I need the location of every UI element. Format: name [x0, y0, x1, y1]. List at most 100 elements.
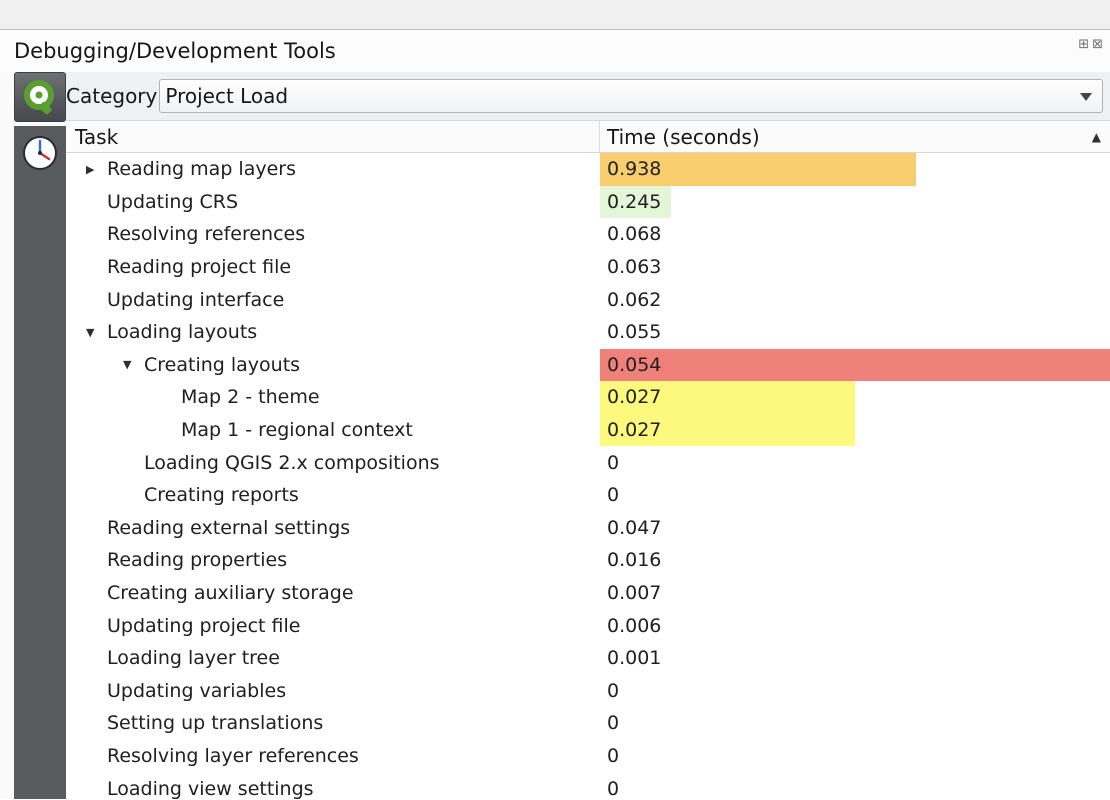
- time-value: 0: [600, 452, 619, 474]
- task-cell: Reading properties: [66, 544, 600, 577]
- expand-expanded-icon[interactable]: ▼: [83, 326, 107, 339]
- table-row[interactable]: Creating auxiliary storage0.007: [66, 577, 1110, 610]
- task-label: Map 2 - theme: [181, 386, 320, 408]
- indent-spacer: [66, 658, 83, 659]
- table-row[interactable]: ▶Reading map layers0.938: [66, 153, 1110, 186]
- task-label: Reading properties: [107, 549, 287, 571]
- time-value: 0: [600, 680, 619, 702]
- table-row[interactable]: Resolving references0.068: [66, 218, 1110, 251]
- task-cell: Setting up translations: [66, 707, 600, 740]
- chevron-down-icon: [1080, 93, 1092, 107]
- table-row[interactable]: Setting up translations 0: [66, 707, 1110, 740]
- table-row[interactable]: Updating interface0.062: [66, 283, 1110, 316]
- expand-collapsed-icon[interactable]: ▶: [83, 163, 107, 176]
- float-panel-icon[interactable]: ⊞: [1078, 38, 1089, 51]
- table-row[interactable]: Reading external settings0.047: [66, 512, 1110, 545]
- time-cell: 0.027: [600, 381, 1110, 414]
- time-value: 0.006: [600, 615, 661, 637]
- column-header-task[interactable]: Task: [66, 121, 600, 152]
- time-cell: 0: [600, 707, 1110, 740]
- task-cell: Updating interface: [66, 283, 600, 316]
- task-label: Updating variables: [107, 680, 286, 702]
- panel-title: Debugging/Development Tools: [14, 39, 336, 63]
- task-cell: Resolving layer references: [66, 740, 600, 773]
- time-cell: 0.006: [600, 609, 1110, 642]
- time-value: 0: [600, 712, 619, 734]
- profiler-clock-icon[interactable]: [20, 133, 60, 173]
- expand-expanded-icon[interactable]: ▼: [120, 358, 144, 371]
- category-select[interactable]: Project Load: [159, 79, 1103, 113]
- indent-spacer: [66, 201, 83, 202]
- time-bar: [600, 349, 1110, 382]
- indent-spacer: [66, 593, 83, 594]
- table-row[interactable]: Map 1 - regional context0.027: [66, 414, 1110, 447]
- task-cell: Reading external settings: [66, 512, 600, 545]
- task-cell: ▶Reading map layers: [66, 153, 600, 186]
- table-row[interactable]: Reading properties0.016: [66, 544, 1110, 577]
- time-value: 0.063: [600, 256, 661, 278]
- time-value: 0.027: [600, 386, 661, 408]
- time-value: 0.055: [600, 321, 661, 343]
- task-label: Loading layer tree: [107, 647, 280, 669]
- indent-spacer: [66, 625, 83, 626]
- panel-content: Category Project Load Task Time (seconds…: [0, 72, 1110, 799]
- time-cell: 0.062: [600, 283, 1110, 316]
- column-header-time[interactable]: Time (seconds) ▲: [600, 121, 1110, 152]
- indent-spacer: [66, 169, 83, 170]
- indent-spacer: [66, 788, 83, 789]
- qgis-logo-button[interactable]: [14, 72, 66, 122]
- task-label: Creating auxiliary storage: [107, 582, 354, 604]
- profiler-main: Category Project Load Task Time (seconds…: [66, 72, 1110, 799]
- sidebar-tab-strip: [14, 126, 66, 799]
- task-label: Reading map layers: [107, 158, 296, 180]
- table-row[interactable]: Updating variables 0: [66, 675, 1110, 708]
- panel-titlebar: Debugging/Development Tools ⊞ ⊠: [0, 30, 1110, 72]
- task-label: Loading layouts: [107, 321, 257, 343]
- time-value: 0.062: [600, 289, 661, 311]
- desktop-strip: [0, 0, 1110, 30]
- indent-spacer: [66, 397, 157, 398]
- time-cell: 0.055: [600, 316, 1110, 349]
- indent-spacer: [66, 462, 120, 463]
- table-row[interactable]: ▼Creating layouts0.054: [66, 349, 1110, 382]
- indent-spacer: [66, 364, 120, 365]
- table-row[interactable]: Map 2 - theme 0.027: [66, 381, 1110, 414]
- time-cell: 0.054: [600, 349, 1110, 382]
- task-label: Creating reports: [144, 484, 299, 506]
- time-value: 0: [600, 778, 619, 799]
- time-value: 0: [600, 484, 619, 506]
- indent-spacer: [66, 332, 83, 333]
- time-cell: 0: [600, 772, 1110, 799]
- table-row[interactable]: Updating CRS 0.245: [66, 186, 1110, 219]
- close-panel-icon[interactable]: ⊠: [1092, 38, 1103, 51]
- time-cell: 0: [600, 675, 1110, 708]
- table-row[interactable]: Loading layer tree0.001: [66, 642, 1110, 675]
- indent-spacer: [66, 299, 83, 300]
- indent-spacer: [66, 430, 157, 431]
- task-label: Updating CRS: [107, 191, 238, 213]
- indent-spacer: [66, 267, 83, 268]
- table-row[interactable]: Loading view settings0: [66, 772, 1110, 799]
- category-label: Category: [66, 84, 157, 108]
- task-label: Loading QGIS 2.x compositions: [144, 452, 440, 474]
- task-cell: Resolving references: [66, 218, 600, 251]
- time-value: 0.068: [600, 223, 661, 245]
- table-rows: ▶Reading map layers0.938 Updating CRS 0.24…: [66, 153, 1110, 799]
- table-row[interactable]: Resolving layer references0: [66, 740, 1110, 773]
- table-row[interactable]: Updating project file 0.006: [66, 609, 1110, 642]
- table-row[interactable]: Reading project file0.063: [66, 251, 1110, 284]
- task-label: Setting up translations: [107, 712, 323, 734]
- time-cell: 0.047: [600, 512, 1110, 545]
- task-label: Resolving layer references: [107, 745, 359, 767]
- table-row[interactable]: ▼Loading layouts 0.055: [66, 316, 1110, 349]
- time-cell: 0.245: [600, 186, 1110, 219]
- task-cell: Updating variables: [66, 675, 600, 708]
- task-label: Updating project file: [107, 615, 300, 637]
- task-label: Map 1 - regional context: [181, 419, 413, 441]
- table-row[interactable]: Loading QGIS 2.x compositions 0: [66, 446, 1110, 479]
- time-cell: 0: [600, 446, 1110, 479]
- indent-spacer: [66, 723, 83, 724]
- table-row[interactable]: Creating reports 0: [66, 479, 1110, 512]
- time-cell: 0.063: [600, 251, 1110, 284]
- sort-ascending-icon[interactable]: ▲: [1092, 130, 1101, 144]
